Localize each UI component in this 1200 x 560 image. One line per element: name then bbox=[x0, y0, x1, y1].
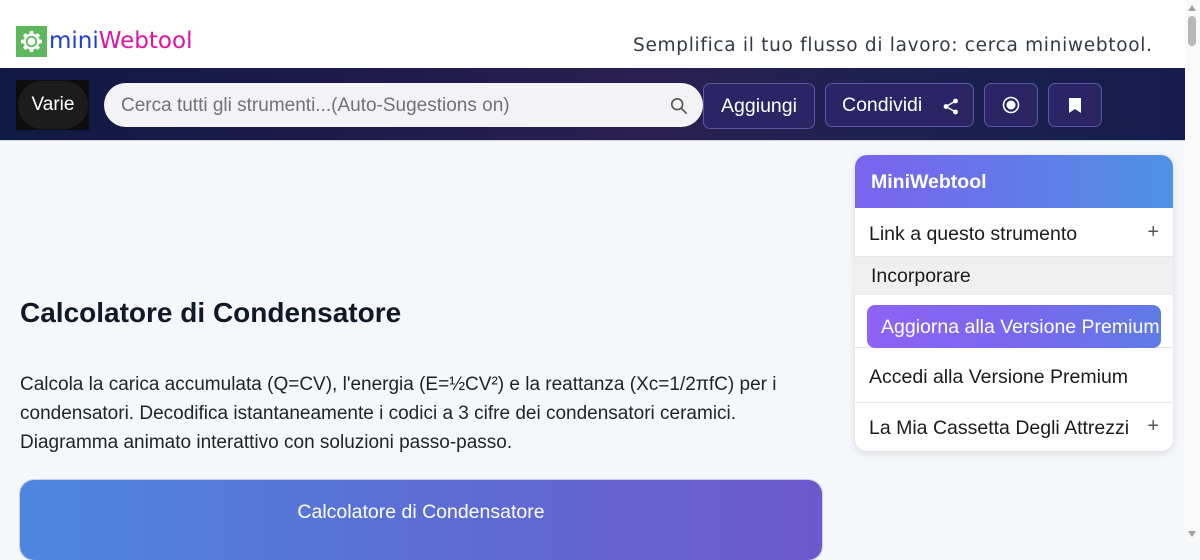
bookmark-button[interactable] bbox=[1048, 83, 1102, 127]
share-button[interactable]: Condividi bbox=[825, 83, 974, 127]
sidebar-item-login-premium[interactable]: Accedi alla Versione Premium bbox=[855, 348, 1173, 403]
sidebar-item-link[interactable]: Link a questo strumento + bbox=[855, 208, 1173, 257]
share-button-label: Condividi bbox=[842, 93, 923, 116]
plus-icon[interactable]: + bbox=[1147, 221, 1159, 244]
upgrade-premium-button[interactable]: Aggiorna alla Versione Premium bbox=[867, 305, 1161, 348]
sidebar-item-toolbox[interactable]: La Mia Cassetta Degli Attrezzi + bbox=[855, 403, 1173, 451]
logo-text-mini: mini bbox=[49, 28, 99, 54]
scroll-up-icon[interactable] bbox=[1188, 5, 1196, 11]
logo-text-webtool: Webtool bbox=[98, 28, 193, 54]
upgrade-premium-label: Aggiorna alla Versione Premium bbox=[881, 316, 1160, 338]
sidebar-item-toolbox-label: La Mia Cassetta Degli Attrezzi bbox=[869, 417, 1130, 439]
top-header: miniWebtool Semplifica il tuo flusso di … bbox=[0, 0, 1185, 68]
scrollbar-thumb[interactable] bbox=[1188, 16, 1196, 46]
search-icon[interactable] bbox=[670, 97, 688, 115]
site-logo[interactable]: miniWebtool bbox=[16, 26, 192, 57]
gear-icon bbox=[16, 26, 47, 57]
plus-icon[interactable]: + bbox=[1147, 415, 1159, 438]
scrollbar[interactable] bbox=[1185, 0, 1200, 543]
tagline: Semplifica il tuo flusso di lavoro: cerc… bbox=[633, 35, 1153, 56]
category-menu-label[interactable]: Varie bbox=[18, 81, 88, 129]
scroll-down-icon[interactable] bbox=[1188, 531, 1196, 537]
search-input[interactable] bbox=[119, 83, 663, 129]
record-icon bbox=[1002, 96, 1020, 114]
calculator-card-title: Calcolatore di Condensatore bbox=[297, 501, 545, 523]
category-menu[interactable]: Varie bbox=[16, 80, 89, 130]
page-description: Calcola la carica accumulata (Q=CV), l'e… bbox=[20, 374, 777, 453]
bookmark-icon bbox=[1069, 97, 1081, 113]
record-button[interactable] bbox=[984, 83, 1038, 127]
sidebar-header: MiniWebtool bbox=[855, 155, 1173, 208]
add-button[interactable]: Aggiungi bbox=[703, 83, 815, 129]
sidebar-item-premium: Aggiorna alla Versione Premium bbox=[855, 295, 1173, 348]
sidebar-item-login-premium-label: Accedi alla Versione Premium bbox=[869, 366, 1129, 388]
calculator-card: Calcolatore di Condensatore bbox=[20, 480, 822, 560]
sidebar-item-link-label: Link a questo strumento bbox=[869, 223, 1078, 245]
navbar: Varie Aggiungi Condividi bbox=[0, 68, 1185, 141]
sidebar-title: MiniWebtool bbox=[871, 171, 987, 193]
search-box bbox=[104, 83, 703, 129]
sidebar-item-embed[interactable]: Incorporare bbox=[855, 257, 1173, 295]
sidebar-panel: MiniWebtool Link a questo strumento + In… bbox=[855, 155, 1173, 451]
page-title: Calcolatore di Condensatore bbox=[20, 297, 402, 328]
logo-text: miniWebtool bbox=[49, 26, 192, 57]
sidebar-item-embed-label: Incorporare bbox=[871, 265, 971, 287]
share-icon bbox=[943, 98, 958, 115]
